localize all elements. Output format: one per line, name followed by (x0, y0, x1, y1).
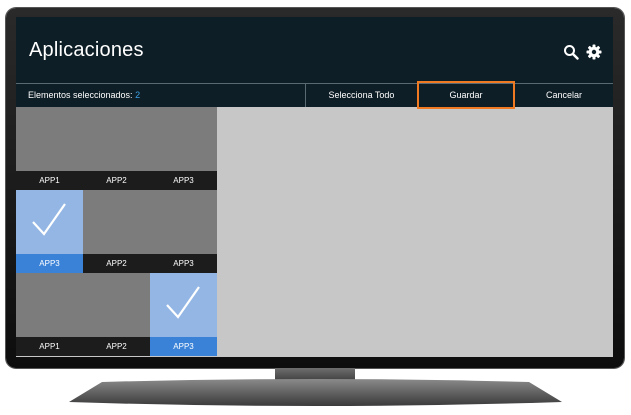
tv-stand-base (69, 379, 562, 406)
app-tile[interactable]: APP1 (16, 273, 83, 356)
app-tile[interactable]: APP3 (16, 190, 83, 273)
selected-items-label: Elementos seleccionados: 2 (28, 90, 140, 100)
app-thumbnail (83, 273, 150, 337)
save-button[interactable]: Guardar (417, 81, 515, 109)
app-header: Aplicaciones (16, 17, 613, 83)
checkmark-icon (166, 286, 200, 319)
app-tile[interactable]: APP1 (16, 107, 83, 190)
app-thumbnail (83, 107, 150, 171)
app-label: APP3 (150, 337, 217, 356)
search-icon[interactable] (563, 44, 579, 60)
app-label: APP2 (83, 171, 150, 190)
page-title: Aplicaciones (29, 39, 144, 61)
app-label: APP3 (150, 171, 217, 190)
selected-count: 2 (135, 90, 141, 100)
app-thumbnail (83, 190, 150, 254)
app-label: APP3 (150, 254, 217, 273)
app-tile[interactable]: APP2 (83, 107, 150, 190)
app-thumbnail (150, 190, 217, 254)
app-thumbnail (150, 273, 217, 337)
app-label: APP1 (16, 171, 83, 190)
select-all-button[interactable]: Selecciona Todo (306, 84, 417, 107)
tv-frame: Aplicaciones Elementos seleccionados: 2 … (6, 8, 624, 368)
app-tile[interactable]: APP3 (150, 107, 217, 190)
checkmark-icon (32, 203, 66, 236)
app-label: APP3 (16, 254, 83, 273)
app-grid: APP1 APP2 APP3 APP3 APP2 APP3 APP1 APP2 … (16, 107, 217, 357)
gear-icon[interactable] (586, 44, 602, 60)
selected-items-text: Elementos seleccionados: (28, 90, 133, 100)
selection-toolbar: Elementos seleccionados: 2 Selecciona To… (16, 81, 613, 109)
app-thumbnail (150, 107, 217, 171)
app-tile[interactable]: APP2 (83, 190, 150, 273)
app-label: APP2 (83, 254, 150, 273)
app-label: APP1 (16, 337, 83, 356)
app-thumbnail (16, 273, 83, 337)
cancel-button[interactable]: Cancelar (515, 84, 613, 107)
app-label: APP2 (83, 337, 150, 356)
tv-screen: Aplicaciones Elementos seleccionados: 2 … (16, 17, 613, 357)
app-tile[interactable]: APP2 (83, 273, 150, 356)
app-thumbnail (16, 190, 83, 254)
app-thumbnail (16, 107, 83, 171)
app-tile[interactable]: APP3 (150, 190, 217, 273)
app-tile[interactable]: APP3 (150, 273, 217, 356)
